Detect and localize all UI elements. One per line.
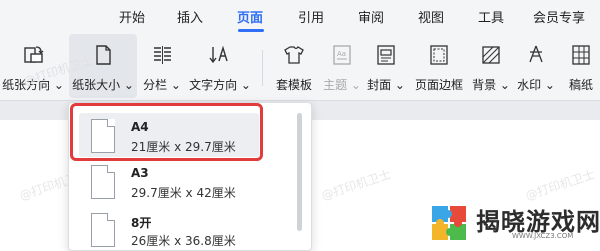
ribbon-divider: [262, 50, 263, 86]
text-direction-icon: [209, 44, 231, 66]
tab-view[interactable]: 视图: [418, 7, 444, 26]
columns-label: 分栏 ⌄: [143, 78, 181, 92]
manuscript-paper-button[interactable]: 稿纸: [562, 34, 600, 98]
active-tab-indicator: [238, 29, 264, 32]
svg-text:Aa: Aa: [337, 50, 346, 58]
cover-button[interactable]: 封面 ⌄: [364, 34, 408, 98]
theme-label: 主题 ⌄: [323, 78, 361, 92]
page-border-label: 页面边框: [414, 78, 463, 92]
tab-tools[interactable]: 工具: [478, 7, 504, 26]
columns-icon: [151, 44, 173, 66]
site-logo: 揭晓游戏网 WWW.JXCZ3.COM: [430, 200, 600, 251]
tab-member[interactable]: 会员专享: [533, 7, 585, 26]
page-thumbnail-icon: [91, 213, 115, 247]
page-orientation-icon: [22, 44, 44, 66]
theme-icon: Aa: [331, 44, 353, 66]
paper-size-dims: 26厘米 x 36.8厘米: [131, 234, 236, 248]
tab-home[interactable]: 开始: [119, 7, 145, 26]
page-border-icon: [428, 44, 450, 66]
cover-label: 封面 ⌄: [367, 78, 405, 92]
template-icon: [283, 44, 305, 66]
menu-tabs: 开始 插入 页面 引用 审阅 视图 工具 会员专享: [0, 0, 600, 34]
template-button[interactable]: 套模板: [270, 34, 318, 98]
paper-size-dims: 29.7厘米 x 42厘米: [131, 186, 236, 200]
watermark-icon: [525, 44, 547, 66]
page-border-button[interactable]: 页面边框: [410, 34, 468, 98]
background-button[interactable]: 背景 ⌄: [470, 34, 512, 98]
paper-size-option-a3[interactable]: A3 29.7厘米 x 42厘米: [69, 161, 299, 211]
tab-review[interactable]: 审阅: [358, 7, 384, 26]
page-size-label: 纸张大小 ⌄: [72, 78, 134, 92]
text-direction-label: 文字方向 ⌄: [189, 78, 251, 92]
cover-icon: [375, 44, 397, 66]
dropdown-scrollbar[interactable]: [297, 113, 302, 231]
tab-insert[interactable]: 插入: [177, 7, 203, 26]
columns-button[interactable]: 分栏 ⌄: [141, 34, 183, 98]
paper-size-option-8k[interactable]: 8开 26厘米 x 36.8厘米: [69, 209, 299, 251]
theme-button[interactable]: Aa 主题 ⌄: [322, 34, 362, 98]
background-icon: [480, 44, 502, 66]
page-thumbnail-icon: [91, 165, 115, 199]
page-size-icon: [92, 44, 114, 66]
text-direction-button[interactable]: 文字方向 ⌄: [187, 34, 253, 98]
logo-url: WWW.JXCZ3.COM: [512, 232, 574, 240]
paper-size-name: 8开: [131, 216, 152, 230]
tab-page[interactable]: 页面: [237, 7, 263, 26]
manuscript-paper-label: 稿纸: [568, 78, 593, 92]
manuscript-paper-icon: [570, 44, 592, 66]
watermark-label: 水印 ⌄: [517, 78, 555, 92]
template-label: 套模板: [275, 78, 312, 92]
background-label: 背景 ⌄: [472, 78, 510, 92]
highlight-box: [70, 103, 263, 161]
paper-size-name: A3: [131, 166, 149, 180]
watermark-button[interactable]: 水印 ⌄: [514, 34, 558, 98]
tab-references[interactable]: 引用: [298, 7, 324, 26]
puzzle-logo-icon: [430, 202, 470, 242]
